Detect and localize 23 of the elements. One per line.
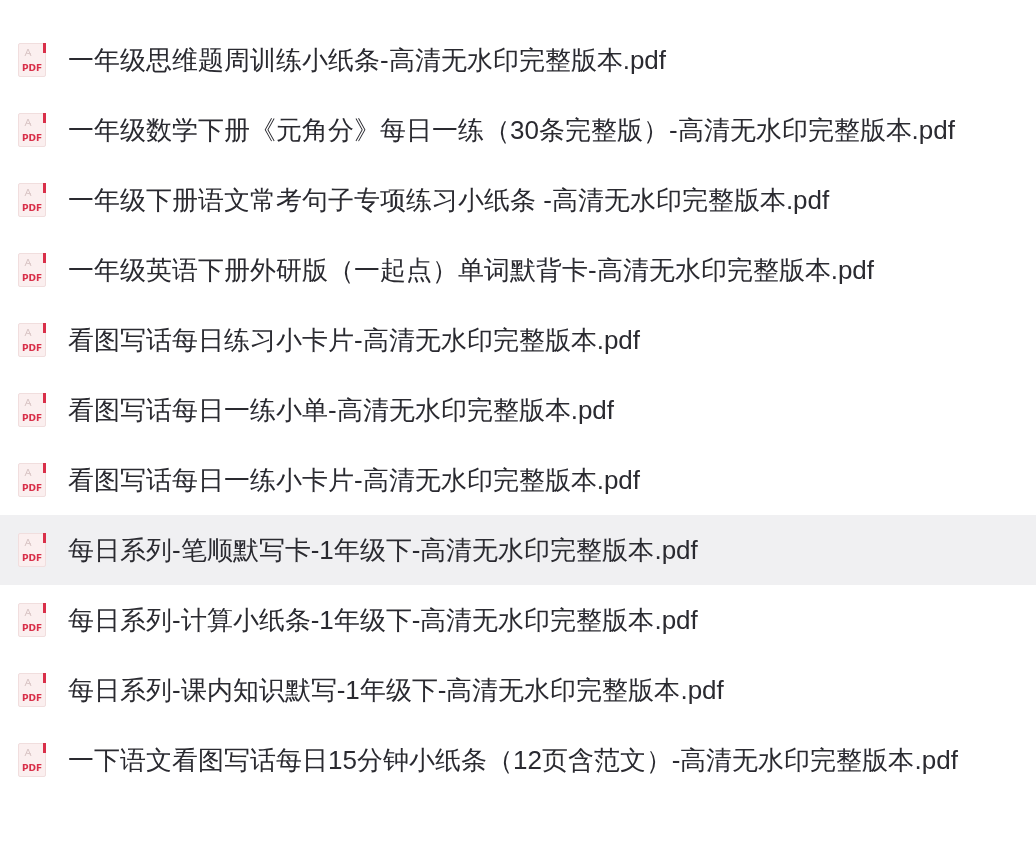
file-name: 看图写话每日一练小卡片-高清无水印完整版本.pdf [68, 467, 641, 493]
file-name: 一年级思维题周训练小纸条-高清无水印完整版本.pdf [68, 47, 667, 73]
file-name: 每日系列-计算小纸条-1年级下-高清无水印完整版本.pdf [68, 607, 698, 633]
pdf-file-icon: PDF [18, 603, 46, 637]
pdf-file-icon: PDF [18, 743, 46, 777]
file-name: 一下语文看图写话每日15分钟小纸条（12页含范文）-高清无水印完整版本.pdf [68, 747, 958, 773]
file-name: 每日系列-笔顺默写卡-1年级下-高清无水印完整版本.pdf [68, 537, 698, 563]
pdf-file-icon: PDF [18, 463, 46, 497]
file-name: 看图写话每日一练小单-高清无水印完整版本.pdf [68, 397, 615, 423]
pdf-file-icon: PDF [18, 113, 46, 147]
file-name: 看图写话每日练习小卡片-高清无水印完整版本.pdf [68, 327, 641, 353]
pdf-file-icon: PDF [18, 673, 46, 707]
pdf-file-icon: PDF [18, 183, 46, 217]
pdf-file-icon: PDF [18, 43, 46, 77]
pdf-file-icon: PDF [18, 533, 46, 567]
pdf-file-icon: PDF [18, 323, 46, 357]
pdf-file-icon: PDF [18, 393, 46, 427]
file-name: 每日系列-课内知识默写-1年级下-高清无水印完整版本.pdf [68, 677, 724, 703]
file-name: 一年级数学下册《元角分》每日一练（30条完整版）-高清无水印完整版本.pdf [68, 117, 955, 143]
pdf-file-icon: PDF [18, 253, 46, 287]
file-name: 一年级英语下册外研版（一起点）单词默背卡-高清无水印完整版本.pdf [68, 257, 875, 283]
file-name: 一年级下册语文常考句子专项练习小纸条 -高清无水印完整版本.pdf [68, 187, 830, 213]
file-row[interactable]: PDF 每日系列-笔顺默写卡-1年级下-高清无水印完整版本.pdf [0, 515, 1036, 585]
